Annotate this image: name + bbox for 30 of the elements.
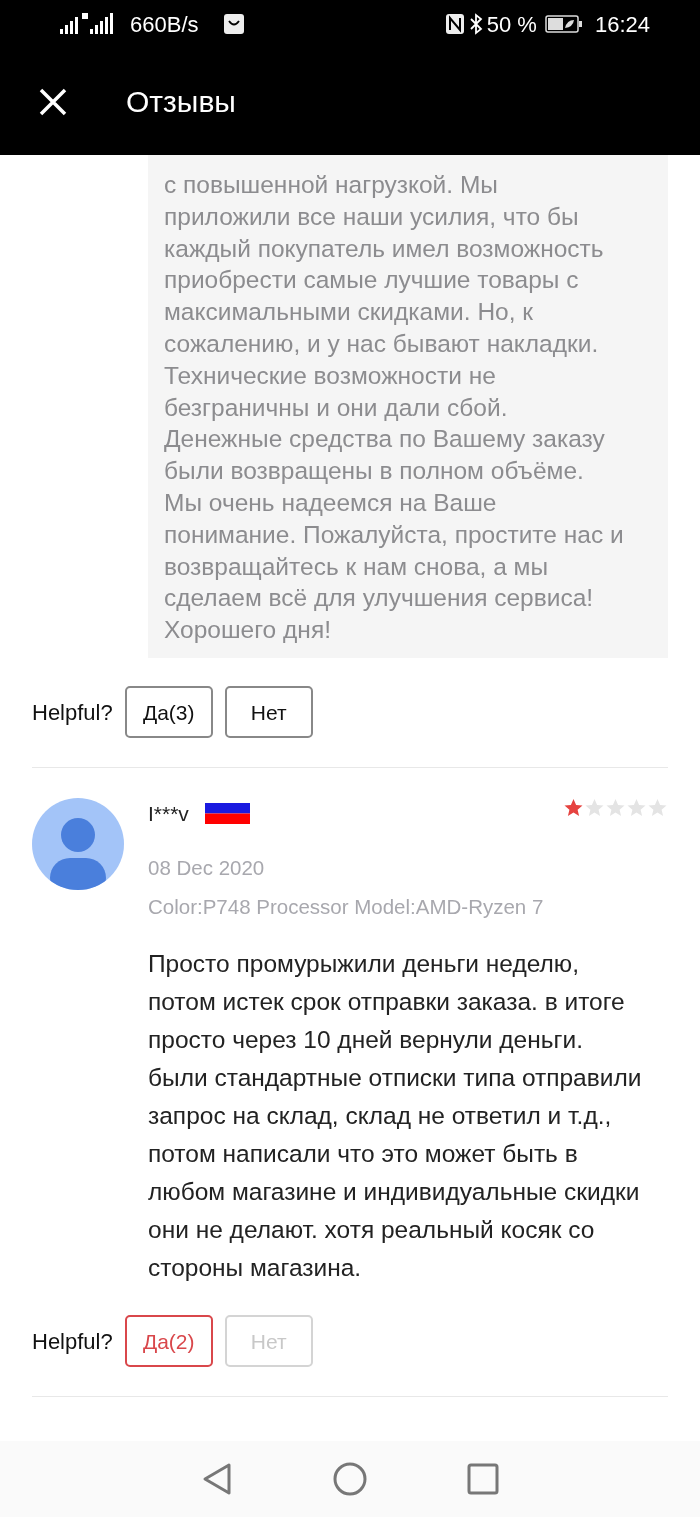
back-icon[interactable] [201,1462,233,1496]
star-icon [647,797,668,818]
battery-icon [544,15,583,33]
helpful-label: Helpful? [32,1327,113,1356]
network-speed: 660B/s [130,10,199,39]
nfc-icon [444,13,465,35]
star-icon [605,797,626,818]
helpful-label: Helpful? [32,698,113,727]
star-icon [584,797,605,818]
star-icon [626,797,647,818]
page-title: Отзывы [126,84,236,120]
vote-button[interactable]: Да(2) [124,1315,213,1368]
seller-reply: с повышенной нагрузкой. Мы приложили все наши усилия, что бы каждый покупатель имел возможность приобрести самые лучшие товары с максимальными скидками. Но, к сожалению, и у нас бывают накладки. Технические возможности не безграничны и они дали сбой. Денежные средства по Вашему заказу были возвращены в полном объёме. Мы очень надеемся на Ваше понимание. Пожалуйста, простите нас и возвращайтесь к нам снова, а мы сделаем всё для улучшения сервиса! Хорошего дня! [148,155,668,658]
clock: 16:24 [594,10,650,39]
star-icon [563,797,584,818]
reviewer-name: I***v [148,800,189,827]
vote-button[interactable]: Да(3) [124,686,213,739]
recents-icon[interactable] [467,1463,499,1495]
avatar-icon [32,797,124,890]
review-date: 08 Dec 2020 [148,855,266,882]
vote-button[interactable]: Нет [224,686,313,739]
product-variant: Color:P748 Processor Model:AMD-Ryzen 7 [148,894,545,921]
review-text: Просто промурыжили деньги неделю, потом истек срок отправки заказа. в итоге просто через 10 дней вернули деньги. были стандартные отписки типа отправили запрос на склад, склад не ответил и т.д., потом написали что это может быть в любом магазине и индивидуальные скидки они не делают. хотя реальный косяк со стороны магазина. [148,948,643,1283]
signal-icon [60,13,114,35]
close-icon[interactable] [38,86,68,117]
bluetooth-icon [468,13,483,35]
flag-icon [204,803,250,825]
home-icon[interactable] [333,1462,367,1496]
shopping-bag-icon [222,13,245,35]
battery-percent: 50 % [486,10,537,39]
